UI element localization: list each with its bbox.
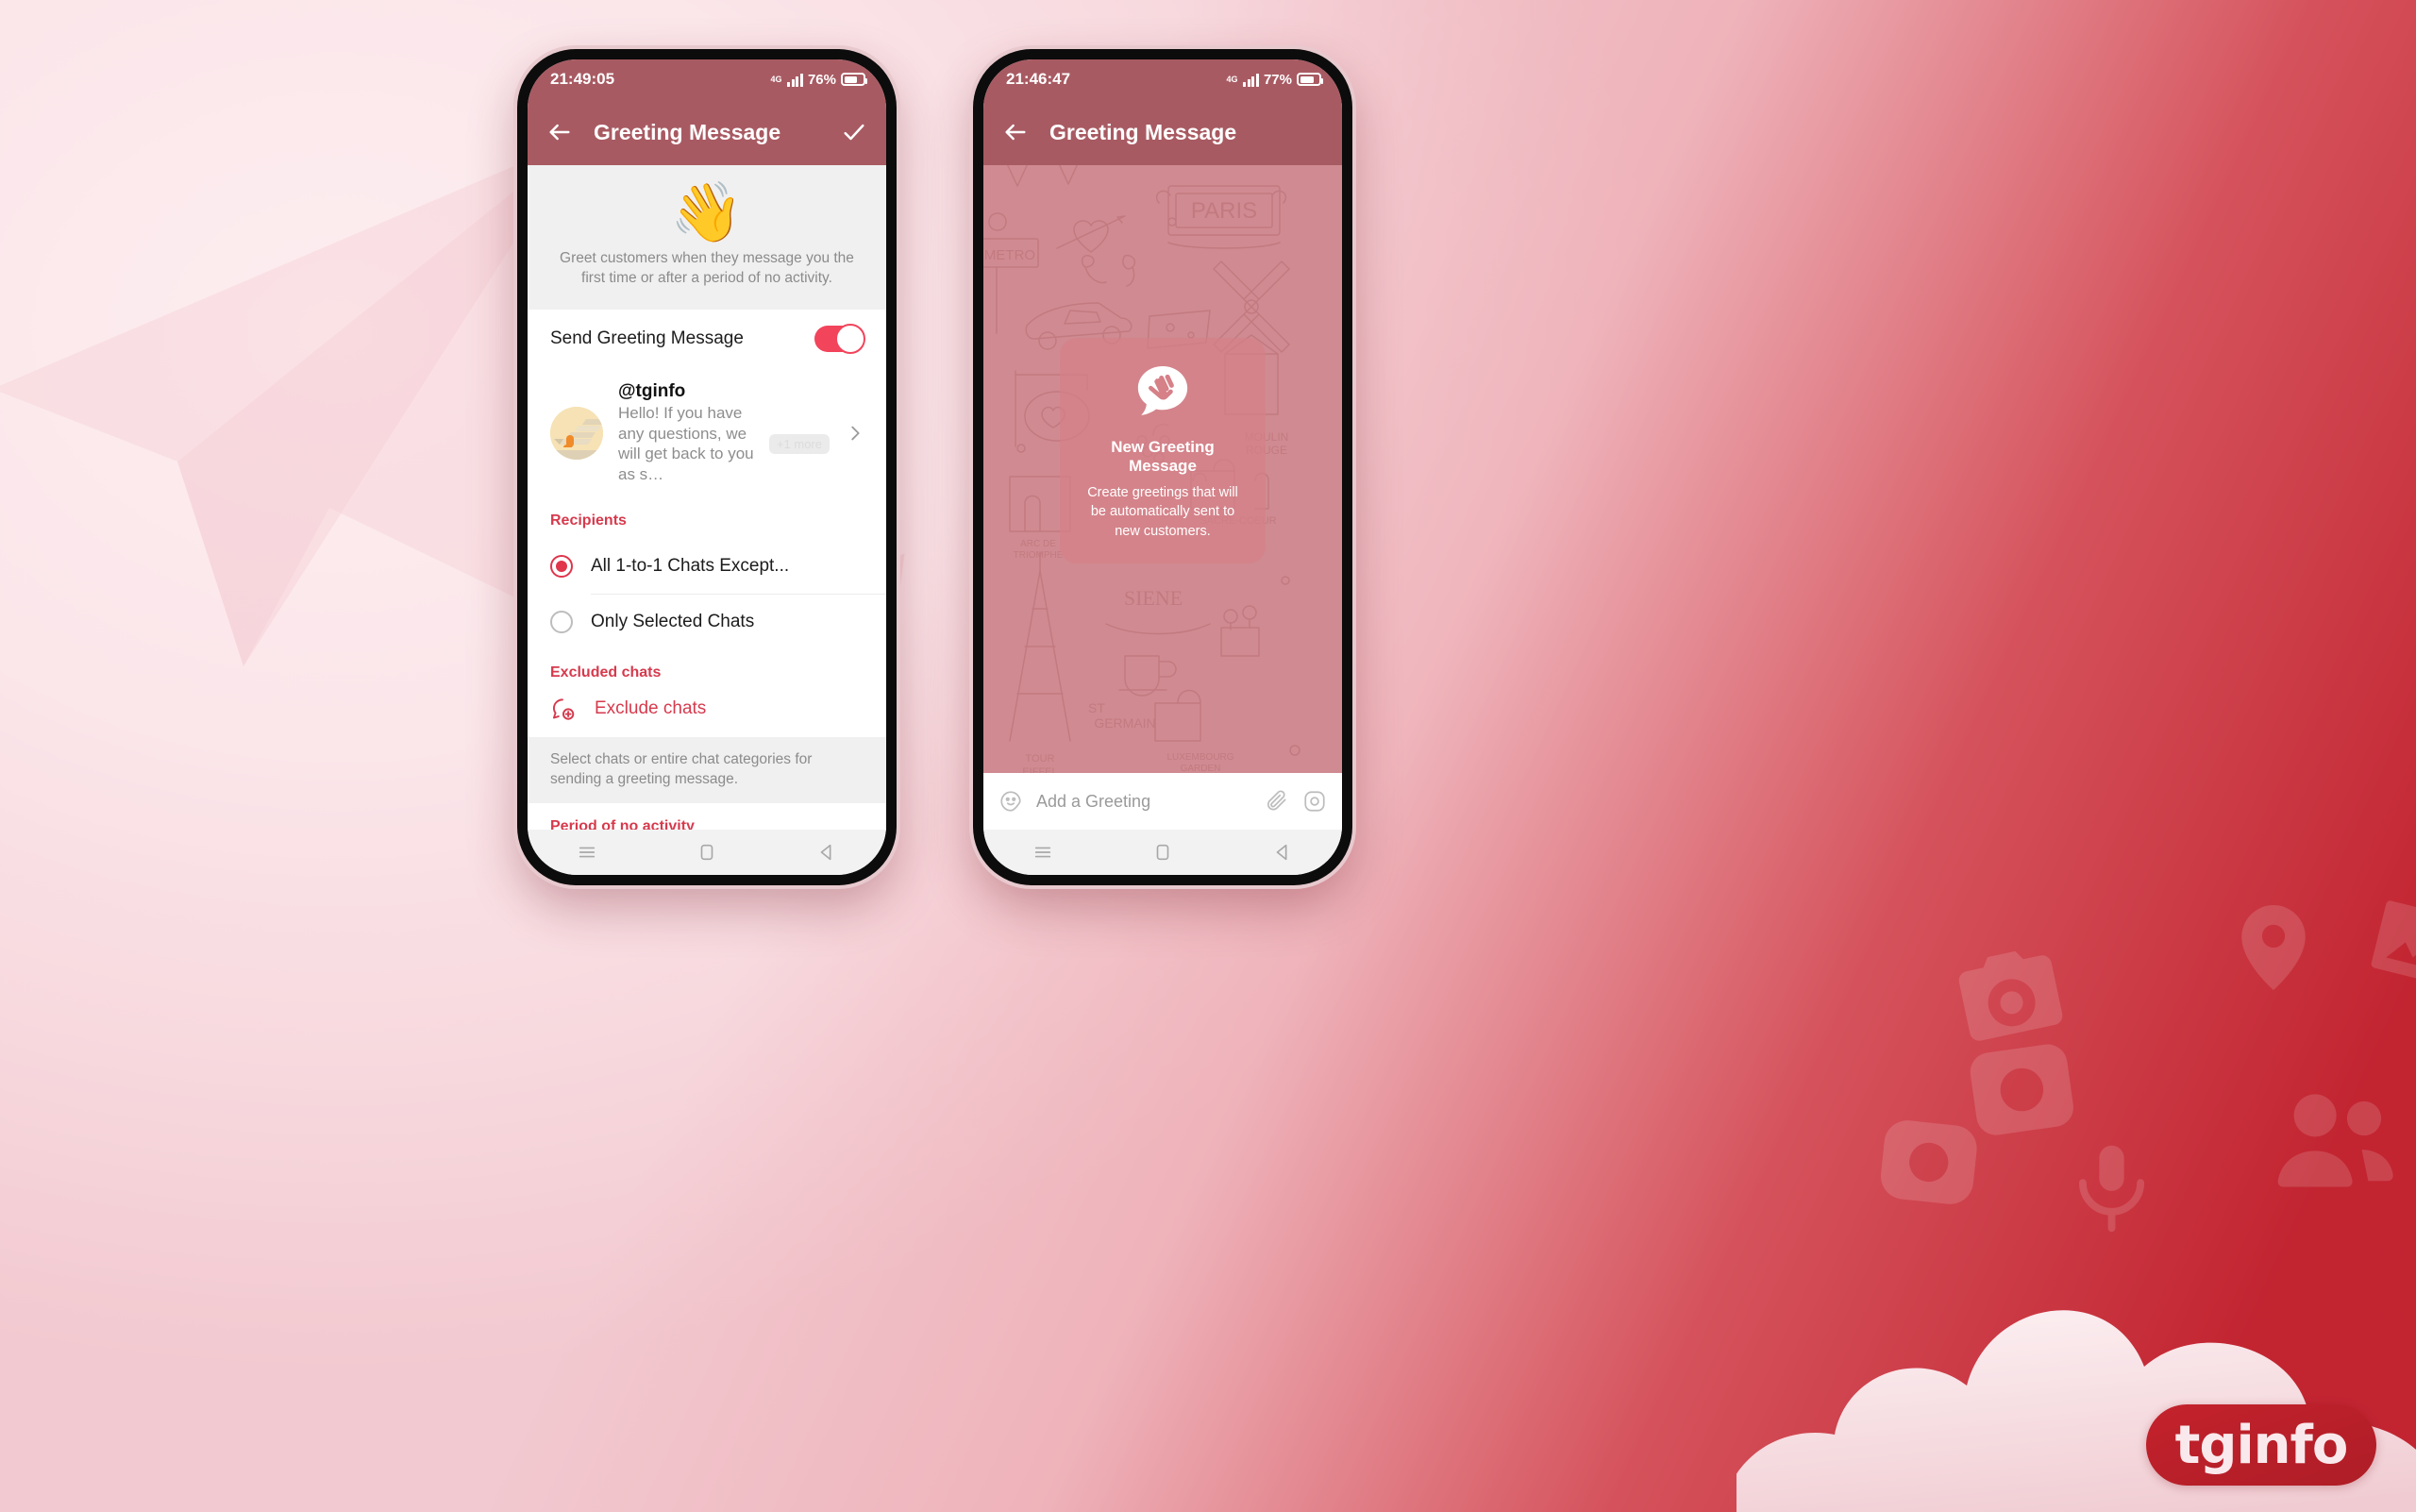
check-icon[interactable]	[841, 119, 867, 145]
recipient-option-selected-label: Only Selected Chats	[591, 611, 755, 631]
more-badge: +1 more	[768, 433, 830, 454]
chevron-right-icon[interactable]	[845, 423, 865, 444]
waving-hand-emoji: 👋	[670, 177, 744, 246]
phone-left-screen: 21:49:05 4G 76% Greeting Message 👋 Greet…	[528, 59, 886, 875]
home-square-icon-right[interactable]	[1152, 842, 1173, 863]
message-input-bar: Add a Greeting	[983, 773, 1342, 830]
recipients-header: Recipients	[550, 512, 627, 529]
preview-body: Hello! If you have any questions, we wil…	[618, 403, 754, 484]
battery-percent-label: 76%	[807, 71, 836, 88]
network-type-label-right: 4G	[1226, 74, 1238, 84]
svg-text:METRO: METRO	[984, 247, 1035, 263]
recipient-option-all[interactable]: All 1-to-1 Chats Except...	[528, 539, 886, 594]
empty-state-description: Create greetings that will be automatica…	[1087, 484, 1238, 539]
send-greeting-label: Send Greeting Message	[550, 328, 744, 349]
status-time: 21:49:05	[550, 70, 615, 88]
people-icon	[2277, 1094, 2393, 1187]
hero-section: 👋 Greet customers when they message you …	[528, 165, 886, 311]
status-indicators-right: 4G 77%	[1226, 71, 1323, 88]
paperclip-icon[interactable]	[1265, 789, 1289, 814]
app-bar-left: Greeting Message	[528, 99, 886, 165]
battery-icon	[841, 73, 867, 86]
excluded-chats-header: Excluded chats	[550, 664, 662, 680]
app-bar-right: Greeting Message	[983, 99, 1342, 165]
network-type-label: 4G	[770, 74, 782, 84]
chat-bubble-plus-icon	[550, 697, 576, 722]
svg-text:GARDEN: GARDEN	[1181, 764, 1221, 773]
radio-selected-icon[interactable]	[550, 554, 573, 578]
phone-right-screen: 21:46:47 4G 77% Greeting Message PARIS M…	[983, 59, 1342, 875]
chat-wallpaper: PARIS METRO MOULIN ROUGE ARC DE TRIOMPHE…	[983, 165, 1342, 773]
excluded-chats-card: Excluded chats Exclude chats	[528, 648, 886, 737]
back-arrow-icon[interactable]	[546, 119, 573, 145]
phone-left: 21:49:05 4G 76% Greeting Message 👋 Greet…	[517, 49, 897, 885]
camera-icon-input[interactable]	[1302, 789, 1327, 814]
svg-text:EIFFEL: EIFFEL	[1022, 766, 1057, 773]
send-greeting-card: Send Greeting Message	[528, 310, 886, 369]
battery-percent-label-right: 77%	[1263, 71, 1292, 88]
sticker-smile-icon[interactable]	[998, 789, 1023, 814]
battery-icon-right	[1297, 73, 1323, 86]
recipients-card: Recipients All 1-to-1 Chats Except... On…	[528, 496, 886, 649]
page-title-right: Greeting Message	[1049, 119, 1237, 144]
empty-state-card: New Greeting Message Create greetings th…	[1060, 337, 1266, 564]
svg-text:ARC DE: ARC DE	[1020, 539, 1056, 549]
preview-name: @tginfo	[618, 381, 686, 402]
recipient-option-selected[interactable]: Only Selected Chats	[528, 595, 886, 649]
send-greeting-row[interactable]: Send Greeting Message	[528, 310, 886, 368]
status-indicators: 4G 76%	[770, 71, 867, 88]
android-nav-bar-left	[528, 830, 886, 875]
status-bar-right: 21:46:47 4G 77%	[983, 59, 1342, 99]
back-triangle-icon-right[interactable]	[1272, 842, 1293, 863]
avatar	[550, 406, 603, 460]
exclude-chats-row[interactable]: Exclude chats	[528, 691, 886, 737]
phone-right: 21:46:47 4G 77% Greeting Message PARIS M…	[973, 49, 1352, 885]
tginfo-brand-label: tginfo	[2174, 1414, 2349, 1476]
svg-text:PARIS: PARIS	[1191, 198, 1257, 224]
preview-text: @tginfo Hello! If you have any questions…	[618, 380, 830, 485]
recipient-option-all-label: All 1-to-1 Chats Except...	[591, 555, 790, 576]
back-triangle-icon[interactable]	[816, 842, 837, 863]
home-square-icon[interactable]	[696, 842, 717, 863]
signal-bars-icon-right	[1243, 73, 1259, 87]
tginfo-brand-badge: tginfo	[2146, 1404, 2376, 1486]
radio-unselected-icon[interactable]	[550, 610, 573, 633]
status-time-right: 21:46:47	[1006, 70, 1071, 88]
menu-icon-right[interactable]	[1032, 842, 1053, 863]
excluded-chats-note: Select chats or entire chat categories f…	[528, 736, 886, 803]
send-greeting-toggle[interactable]	[814, 324, 865, 355]
period-header: Period of no activity	[550, 817, 695, 830]
signal-bars-icon	[787, 73, 803, 87]
svg-text:SIENE: SIENE	[1124, 586, 1183, 610]
svg-text:GERMAIN: GERMAIN	[1094, 715, 1155, 731]
period-card: Period of no activity 7 days 14 days 21 …	[528, 802, 886, 830]
svg-text:TOUR: TOUR	[1026, 753, 1055, 764]
empty-state-title: New Greeting Message	[1111, 437, 1215, 475]
status-bar-left: 21:49:05 4G 76%	[528, 59, 886, 99]
hero-description: Greet customers when they message you th…	[560, 250, 854, 287]
page-title: Greeting Message	[594, 119, 781, 144]
greeting-message-preview-row[interactable]: @tginfo Hello! If you have any questions…	[528, 368, 886, 497]
location-pin-icon	[2241, 905, 2306, 990]
svg-text:ST: ST	[1088, 700, 1105, 715]
exclude-chats-label: Exclude chats	[595, 698, 707, 719]
svg-text:TRIOMPHE: TRIOMPHE	[1014, 550, 1064, 561]
preview-line: Hello! If you have any questions, we wil…	[618, 403, 830, 485]
waving-hand-bubble-icon	[1133, 362, 1192, 421]
back-arrow-icon-right[interactable]	[1002, 119, 1029, 145]
menu-icon[interactable]	[577, 842, 597, 863]
android-nav-bar-right	[983, 830, 1342, 875]
svg-text:LUXEMBOURG: LUXEMBOURG	[1166, 752, 1233, 763]
message-input-placeholder[interactable]: Add a Greeting	[1036, 792, 1251, 812]
settings-content: 👋 Greet customers when they message you …	[528, 165, 886, 830]
